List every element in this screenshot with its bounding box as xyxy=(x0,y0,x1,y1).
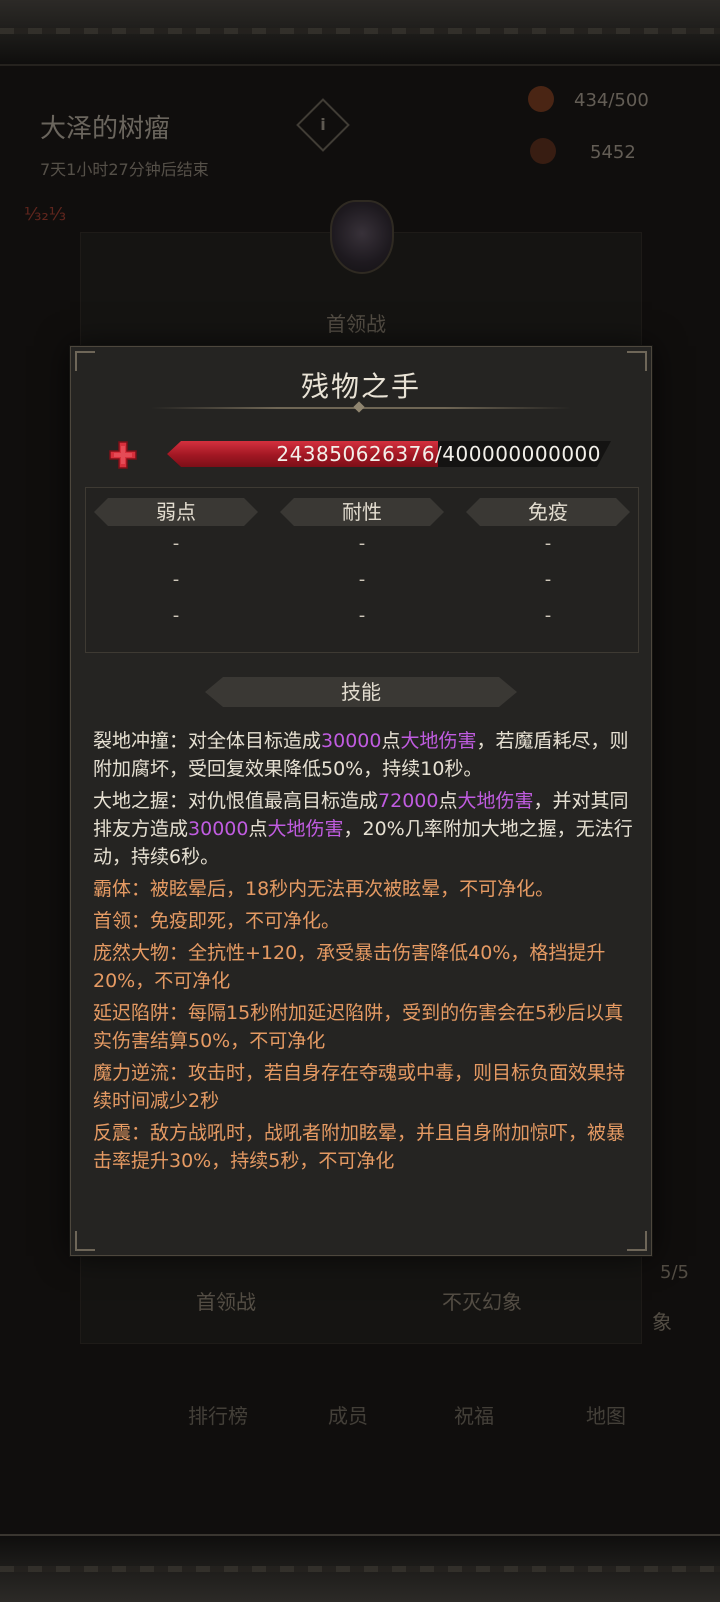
skill-entry: 庞然大物：全抗性+120，承受暴击伤害降低40%，格挡提升20%，不可净化 xyxy=(93,939,641,995)
red-cross-icon xyxy=(109,441,137,469)
skill-text: 30000 xyxy=(321,730,382,752)
skill-entry: 魔力逆流：攻击时，若自身存在夺魂或中毒，则目标负面效果持续时间减少2秒 xyxy=(93,1059,641,1115)
nav-map[interactable]: 地图 xyxy=(586,1400,626,1429)
resistance-value: - xyxy=(358,605,366,626)
resistance-header: 耐性 xyxy=(280,498,444,526)
skill-entry: 首领：免疫即死，不可净化。 xyxy=(93,907,641,935)
immunity-value: - xyxy=(544,533,552,554)
skill-entry: 延迟陷阱：每隔15秒附加延迟陷阱，受到的伤害会在5秒后以真实伤害结算50%，不可… xyxy=(93,999,641,1055)
hp-current: 243850626376 xyxy=(276,442,436,466)
hp-value: 243850626376/400000000000 xyxy=(167,441,611,467)
hp-max: 400000000000 xyxy=(442,442,601,466)
boss-crest-icon xyxy=(330,200,394,274)
bottom-frame xyxy=(0,1534,720,1602)
immunity-value: - xyxy=(544,569,552,590)
skill-text: 庞然大物：全抗性+120，承受暴击伤害降低40%，格挡提升20%，不可净化 xyxy=(93,942,606,992)
skill-text: 霸体：被眩晕后，18秒内无法再次被眩晕，不可净化。 xyxy=(93,878,555,900)
skill-text: 点 xyxy=(248,818,268,840)
skill-text: 30000 xyxy=(188,818,249,840)
boss-detail-modal[interactable]: 残物之手 243850626376/400000000000 弱点 - - - … xyxy=(70,346,652,1256)
skill-text: 大地伤害 xyxy=(267,818,344,840)
stamina-icon xyxy=(528,86,554,112)
skill-text: 点 xyxy=(381,730,401,752)
boss-section-label: 首领战 xyxy=(326,312,386,336)
immunity-value: - xyxy=(544,605,552,626)
weakness-value: - xyxy=(172,569,180,590)
weakness-value: - xyxy=(172,605,180,626)
page-counter: 5/5 xyxy=(660,1262,689,1283)
resistance-column: 耐性 - - - xyxy=(280,498,444,648)
skill-entry: 大地之握：对仇恨值最高目标造成72000点大地伤害，并对其同排友方造成30000… xyxy=(93,787,641,871)
skill-text: 魔力逆流：攻击时，若自身存在夺魂或中毒，则目标负面效果持续时间减少2秒 xyxy=(93,1062,626,1112)
info-icon: i xyxy=(320,115,326,134)
skill-entry: 反震：敌方战吼时，战吼者附加眩晕，并且自身附加惊吓，被暴击率提升30%，持续5秒… xyxy=(93,1119,641,1175)
skill-text: 裂地冲撞：对全体目标造成 xyxy=(93,730,322,752)
weakness-value: - xyxy=(172,533,180,554)
resistance-table: 弱点 - - - 耐性 - - - 免疫 - - - xyxy=(85,487,639,653)
skill-entry: 霸体：被眩晕后，18秒内无法再次被眩晕，不可净化。 xyxy=(93,875,641,903)
top-frame xyxy=(0,0,720,66)
nav-ranking[interactable]: 排行榜 xyxy=(188,1400,248,1429)
currency-value: 5452 xyxy=(590,142,636,163)
resistance-value: - xyxy=(358,533,366,554)
skill-text: 点 xyxy=(438,790,458,812)
skill-text: 延迟陷阱：每隔15秒附加延迟陷阱，受到的伤害会在5秒后以真实伤害结算50%，不可… xyxy=(93,1002,624,1052)
currency-icon xyxy=(530,138,556,164)
skill-text: 大地伤害 xyxy=(457,790,534,812)
side-label: 象 xyxy=(652,1310,672,1334)
skills-header: 技能 xyxy=(205,677,517,707)
weakness-column: 弱点 - - - xyxy=(94,498,258,648)
weakness-header: 弱点 xyxy=(94,498,258,526)
tab-boss-battle[interactable]: 首领战 xyxy=(196,1286,256,1315)
debuff-icons: ⅓₂⅓ xyxy=(24,204,67,225)
skill-text: 大地伤害 xyxy=(400,730,477,752)
top-ornament xyxy=(0,28,720,34)
event-title: 大泽的树瘤 xyxy=(40,114,171,144)
skill-entry: 裂地冲撞：对全体目标造成30000点大地伤害，若魔盾耗尽，则附加腐坏，受回复效果… xyxy=(93,727,641,783)
immunity-column: 免疫 - - - xyxy=(466,498,630,648)
skills-list: 裂地冲撞：对全体目标造成30000点大地伤害，若魔盾耗尽，则附加腐坏，受回复效果… xyxy=(93,727,641,1179)
corner-ornament xyxy=(75,1231,95,1251)
tab-phantom[interactable]: 不灭幻象 xyxy=(442,1286,522,1315)
skill-text: 首领：免疫即死，不可净化。 xyxy=(93,910,341,932)
bottom-ornament xyxy=(0,1566,720,1572)
skill-text: 大地之握：对仇恨值最高目标造成 xyxy=(93,790,379,812)
skill-text: 反震：敌方战吼时，战吼者附加眩晕，并且自身附加惊吓，被暴击率提升30%，持续5秒… xyxy=(93,1122,626,1172)
corner-ornament xyxy=(627,1231,647,1251)
resistance-value: - xyxy=(358,569,366,590)
immunity-header: 免疫 xyxy=(466,498,630,526)
nav-blessing[interactable]: 祝福 xyxy=(454,1400,494,1429)
skill-text: 72000 xyxy=(378,790,439,812)
nav-members[interactable]: 成员 xyxy=(328,1400,368,1429)
event-timer: 7天1小时27分钟后结束 xyxy=(40,160,209,179)
boss-name: 残物之手 xyxy=(300,370,421,403)
stamina-value: 434/500 xyxy=(574,90,649,111)
